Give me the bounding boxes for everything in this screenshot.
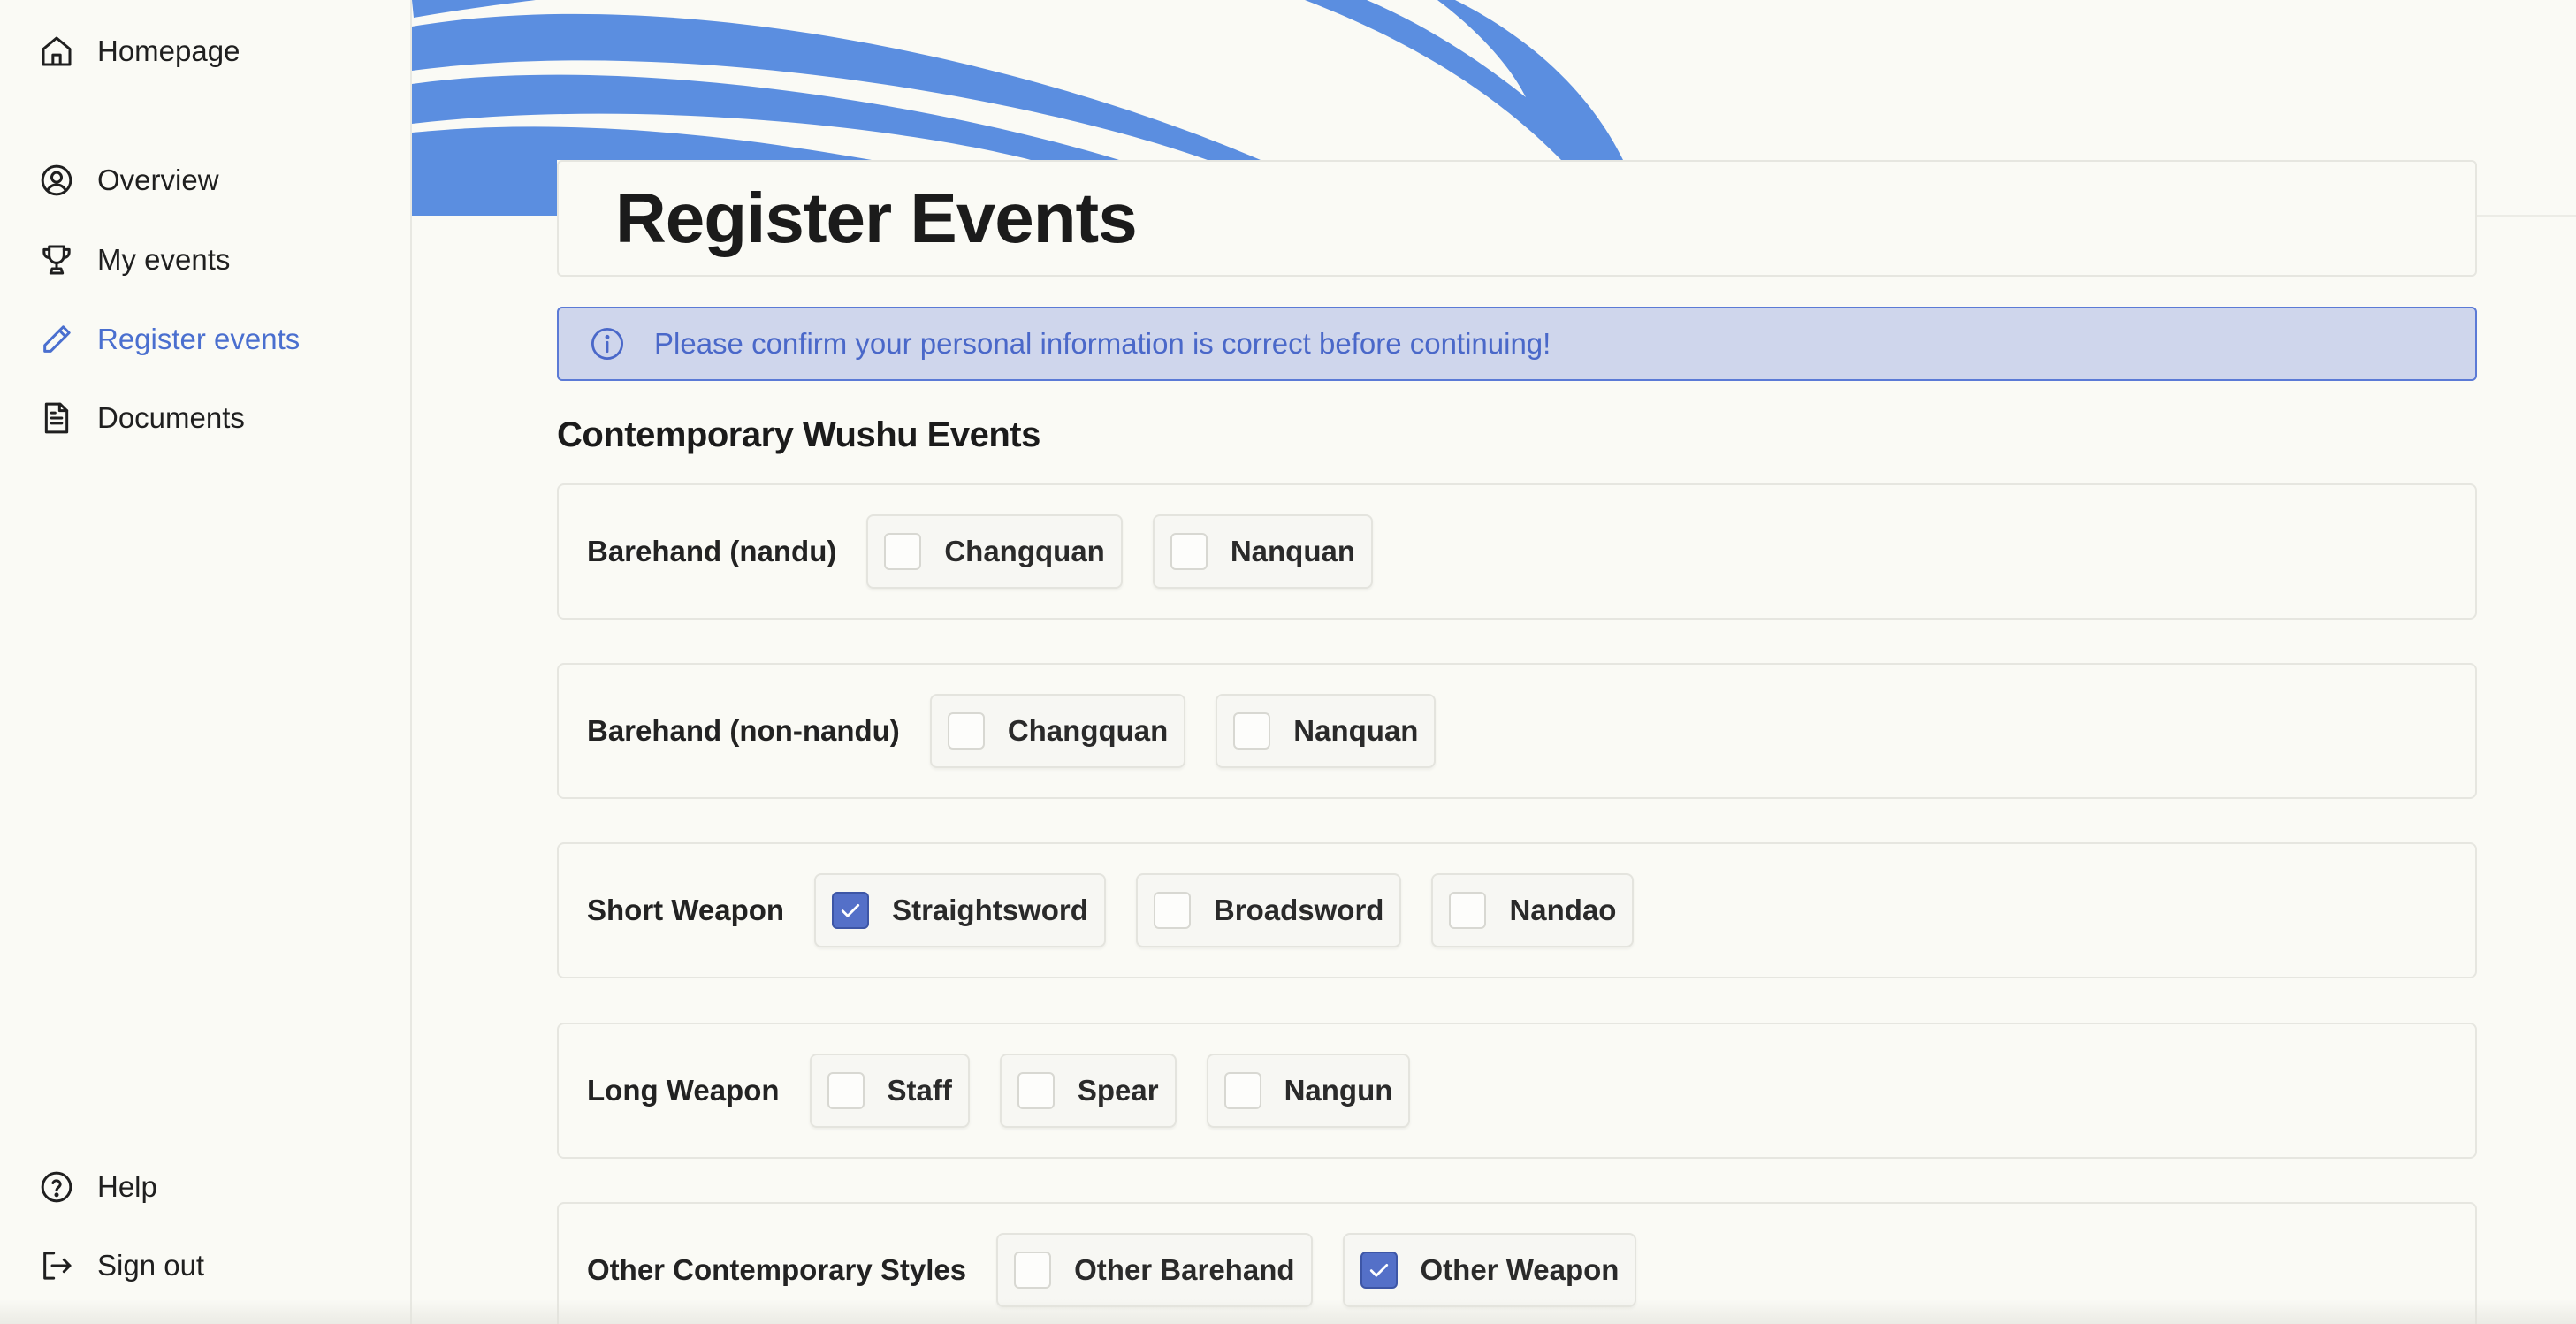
event-group-label: Barehand (non-nandu) — [587, 714, 900, 747]
event-option-label: Changquan — [1007, 714, 1169, 747]
sidebar-item-register-events[interactable]: Register events — [39, 313, 300, 366]
sidebar-item-documents[interactable]: Documents — [39, 392, 245, 445]
checkbox[interactable] — [1153, 892, 1191, 929]
checkbox[interactable] — [1449, 892, 1487, 929]
event-option-changquan[interactable]: Changquan — [866, 514, 1123, 589]
event-option-label: Other Barehand — [1074, 1253, 1295, 1286]
home-icon — [39, 34, 74, 69]
event-option-label: Staff — [887, 1074, 952, 1107]
help-circle-icon — [39, 1169, 74, 1205]
checkbox[interactable] — [1233, 712, 1271, 750]
event-option-label: Nanquan — [1293, 714, 1419, 747]
trophy-icon — [39, 242, 74, 278]
sidebar-item-my-events[interactable]: My events — [39, 233, 230, 286]
event-group-barehand-non-nandu: Barehand (non-nandu) Changquan Nanquan — [557, 663, 2477, 799]
event-option-nanquan[interactable]: Nanquan — [1152, 514, 1373, 589]
sidebar-item-sign-out[interactable]: Sign out — [39, 1239, 204, 1292]
sidebar-item-label: Help — [97, 1170, 157, 1203]
event-option-label: Straightsword — [892, 894, 1088, 926]
sign-out-icon — [39, 1248, 74, 1283]
checkbox[interactable] — [827, 1072, 865, 1109]
pencil-icon — [39, 322, 74, 357]
alert-message: Please confirm your personal information… — [654, 327, 1551, 360]
check-icon — [841, 904, 860, 917]
checkbox[interactable] — [1014, 1252, 1052, 1289]
event-option-label: Nandao — [1509, 894, 1617, 926]
checkbox[interactable] — [1017, 1072, 1055, 1109]
scroll-shadow — [0, 1299, 2576, 1324]
event-option-label: Nangun — [1284, 1074, 1393, 1107]
checkbox-checked[interactable] — [1360, 1252, 1398, 1289]
sidebar-item-help[interactable]: Help — [39, 1160, 157, 1214]
event-option-label: Nanquan — [1230, 535, 1355, 567]
event-option-nandao[interactable]: Nandao — [1431, 873, 1635, 947]
event-group-label: Barehand (nandu) — [587, 535, 837, 567]
checkbox[interactable] — [1170, 533, 1208, 570]
checkbox-checked[interactable] — [832, 892, 870, 929]
sidebar-item-label: Overview — [97, 164, 219, 196]
check-icon — [1369, 1264, 1388, 1277]
sidebar-item-label: Homepage — [97, 34, 240, 67]
checkbox[interactable] — [884, 533, 922, 570]
sidebar-item-overview[interactable]: Overview — [39, 154, 219, 207]
event-option-label: Spear — [1077, 1074, 1159, 1107]
sidebar-item-label: My events — [97, 243, 231, 276]
event-option-nanquan[interactable]: Nanquan — [1216, 694, 1437, 768]
page-title: Register Events — [615, 179, 1138, 257]
event-group-label: Short Weapon — [587, 894, 785, 926]
event-group-short-weapon: Short Weapon Straightsword Broadsword Na… — [557, 842, 2477, 978]
info-icon — [589, 325, 626, 362]
document-icon — [39, 400, 74, 436]
event-group-label: Other Contemporary Styles — [587, 1253, 967, 1286]
divider — [2475, 215, 2576, 217]
sidebar-item-label: Register events — [97, 323, 301, 355]
event-option-label: Broadsword — [1213, 894, 1384, 926]
user-circle-icon — [39, 163, 74, 198]
page-title-card: Register Events — [557, 160, 2477, 277]
section-title: Contemporary Wushu Events — [557, 415, 1040, 454]
sidebar-item-label: Documents — [97, 401, 245, 434]
sidebar: Homepage Overview My events Register eve… — [0, 0, 412, 1324]
event-group-long-weapon: Long Weapon Staff Spear Nangun — [557, 1023, 2477, 1159]
event-option-label: Other Weapon — [1420, 1253, 1620, 1286]
event-option-straightsword[interactable]: Straightsword — [814, 873, 1106, 947]
event-option-changquan[interactable]: Changquan — [929, 694, 1186, 768]
event-option-broadsword[interactable]: Broadsword — [1135, 873, 1402, 947]
event-option-other-barehand[interactable]: Other Barehand — [996, 1233, 1313, 1307]
event-option-other-weapon[interactable]: Other Weapon — [1342, 1233, 1637, 1307]
sidebar-item-label: Sign out — [97, 1249, 205, 1282]
event-option-nangun[interactable]: Nangun — [1206, 1054, 1411, 1128]
info-alert: Please confirm your personal information… — [557, 307, 2477, 381]
event-option-label: Changquan — [944, 535, 1105, 567]
checkbox[interactable] — [947, 712, 985, 750]
sidebar-item-homepage[interactable]: Homepage — [39, 25, 240, 78]
event-option-spear[interactable]: Spear — [999, 1054, 1177, 1128]
event-group-barehand-nandu: Barehand (nandu) Changquan Nanquan — [557, 483, 2477, 620]
checkbox[interactable] — [1223, 1072, 1261, 1109]
event-group-label: Long Weapon — [587, 1074, 780, 1107]
event-option-staff[interactable]: Staff — [809, 1054, 970, 1128]
